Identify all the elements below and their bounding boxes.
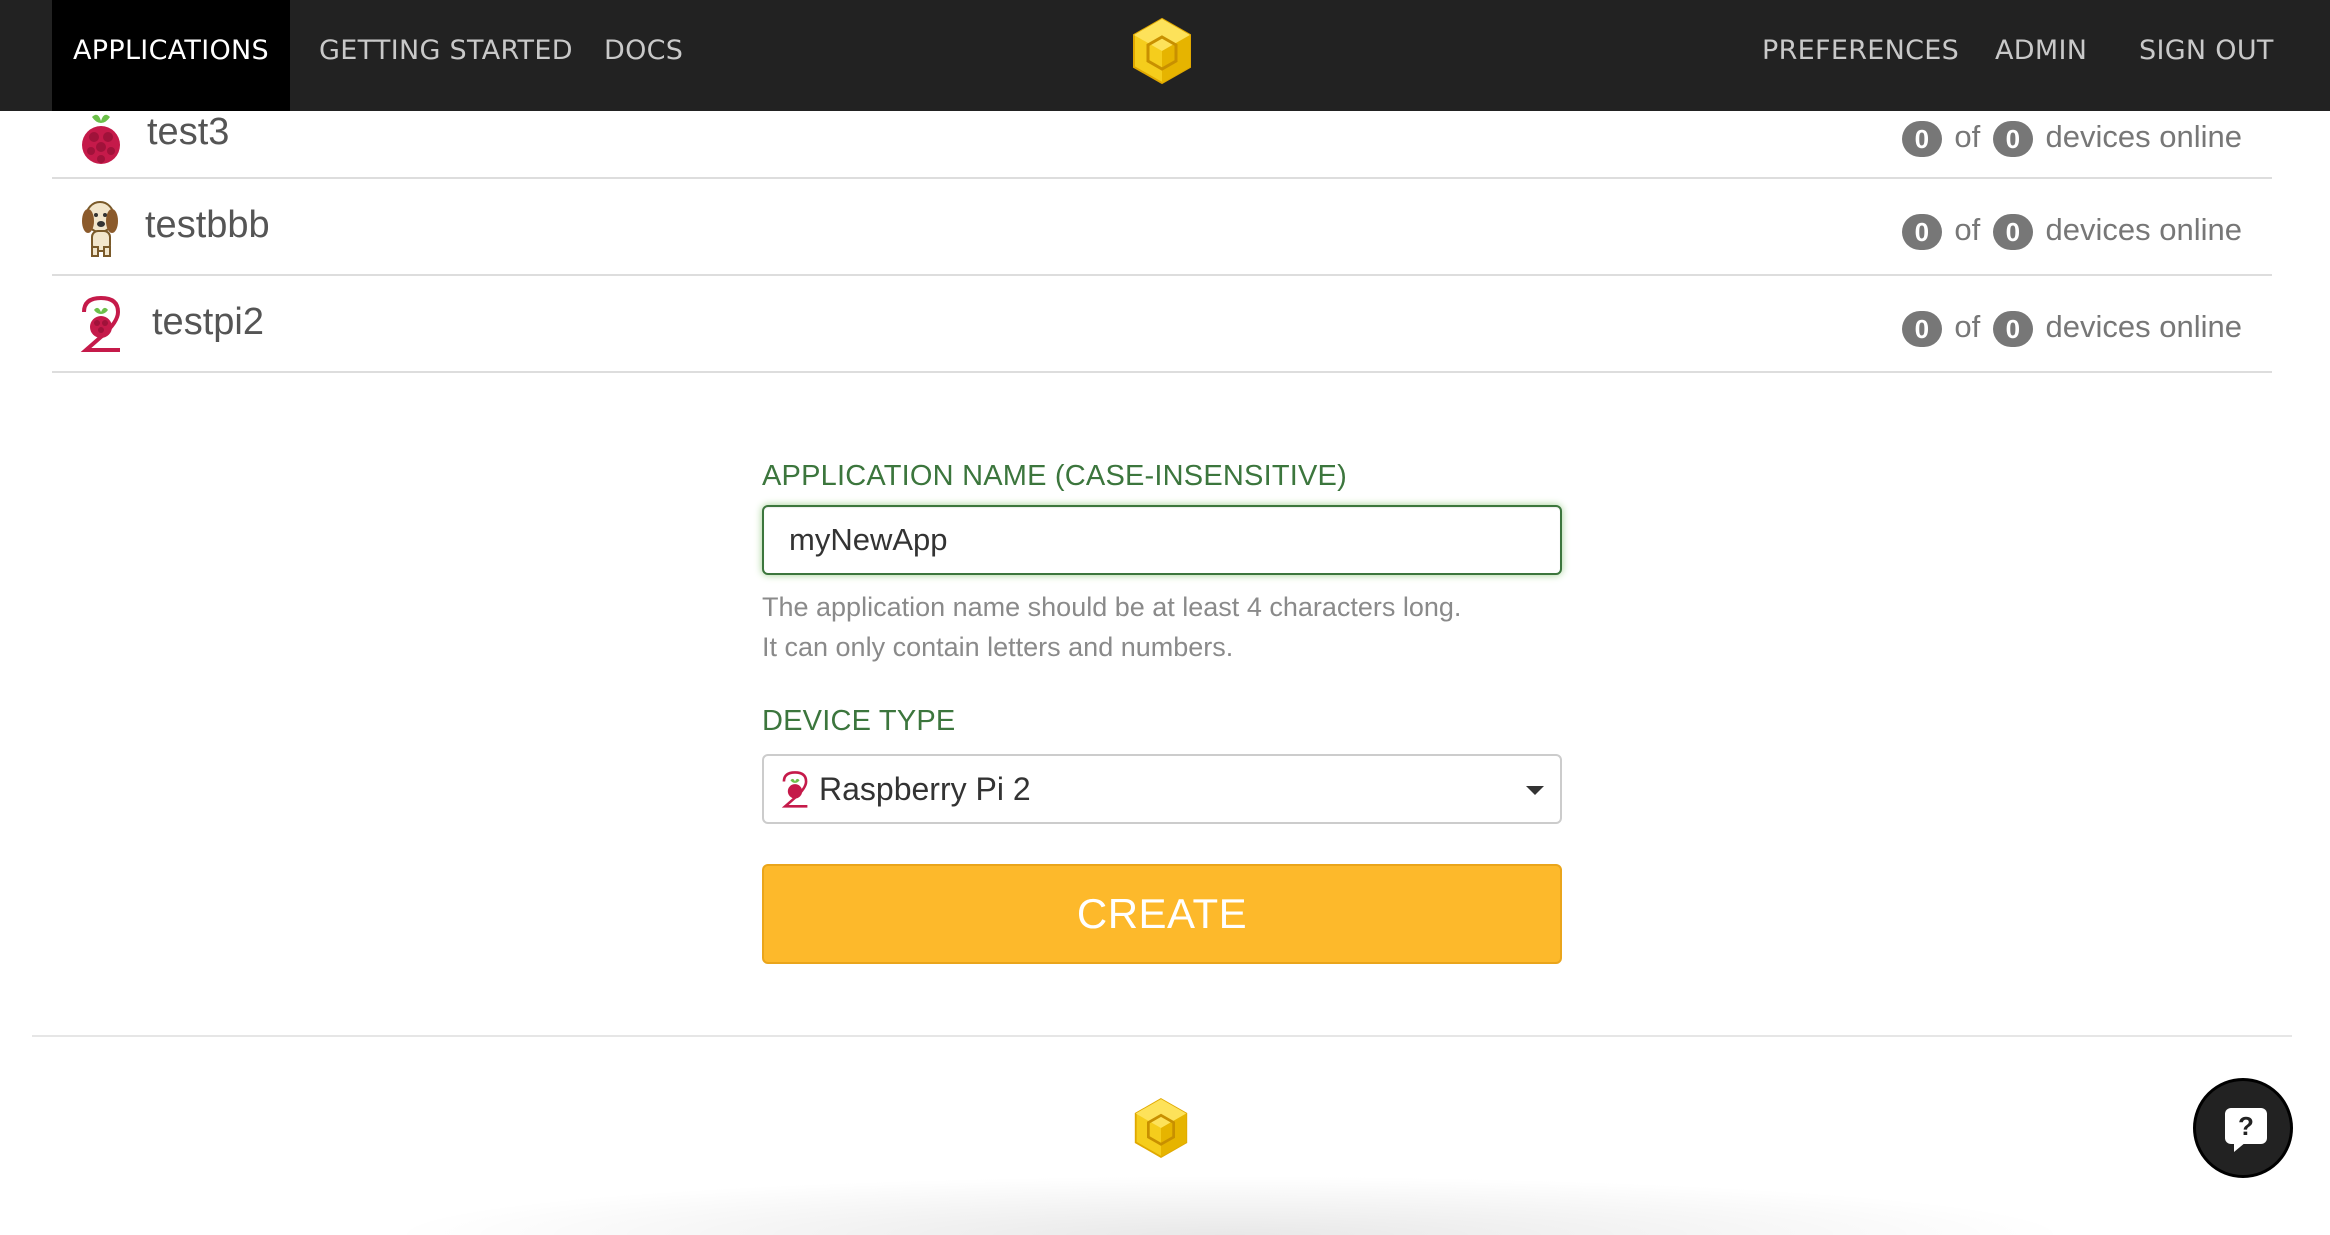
devices-online-status: 0 of 0 devices online	[1898, 309, 2242, 347]
footer-shadow	[380, 1175, 2080, 1235]
raspberry-pi-icon	[82, 114, 120, 164]
application-row[interactable]: test3 0 of 0 devices online	[52, 111, 2272, 179]
devices-online-status: 0 of 0 devices online	[1898, 119, 2242, 157]
nav-preferences[interactable]: PREFERENCES	[1762, 0, 1959, 111]
device-type-select[interactable]: Raspberry Pi 2	[762, 754, 1562, 824]
nav-applications[interactable]: APPLICATIONS	[52, 0, 290, 111]
devices-online-text: devices online	[2045, 212, 2242, 247]
footer-divider	[32, 1035, 2292, 1037]
total-count-badge: 0	[1992, 310, 2033, 347]
nav-getting-started[interactable]: GETTING STARTED	[319, 0, 573, 111]
devices-online-status: 0 of 0 devices online	[1898, 212, 2242, 250]
help-line-length: The application name should be at least …	[762, 592, 1462, 622]
raspberry-pi-2-icon	[781, 771, 808, 808]
of-text: of	[1954, 119, 1981, 154]
total-count-badge: 0	[1992, 213, 2033, 250]
application-name-label: APPLICATION NAME (CASE-INSENSITIVE)	[762, 460, 1347, 492]
application-row[interactable]: testbbb 0 of 0 devices online	[52, 179, 2272, 276]
device-type-value: Raspberry Pi 2	[819, 771, 1031, 807]
nav-sign-out[interactable]: SIGN OUT	[2139, 0, 2274, 111]
devices-online-text: devices online	[2045, 309, 2242, 344]
help-icon: ?	[2225, 1108, 2267, 1144]
application-row[interactable]: testpi2 0 of 0 devices online	[52, 276, 2272, 373]
nav-admin[interactable]: ADMIN	[1995, 0, 2087, 111]
beaglebone-dog-icon	[82, 201, 118, 257]
top-navbar: APPLICATIONS GETTING STARTED DOCS PREFER…	[0, 0, 2330, 111]
help-line-characters: It can only contain letters and numbers.	[762, 632, 1234, 662]
online-count-badge: 0	[1901, 120, 1942, 157]
online-count-badge: 0	[1901, 213, 1942, 250]
application-list: test3 0 of 0 devices online testbbb 0 of…	[52, 111, 2272, 373]
nav-docs[interactable]: DOCS	[604, 0, 683, 111]
application-name[interactable]: test3	[147, 111, 229, 154]
raspberry-pi-2-icon	[80, 296, 121, 352]
help-bubble-tail	[2234, 1142, 2246, 1152]
cube-logo-icon[interactable]	[1131, 17, 1193, 85]
application-name-input[interactable]	[762, 505, 1562, 575]
application-name[interactable]: testbbb	[145, 204, 270, 247]
application-name[interactable]: testpi2	[152, 301, 264, 344]
chevron-down-icon[interactable]	[1526, 786, 1544, 795]
devices-online-text: devices online	[2045, 119, 2242, 154]
cube-logo-icon	[1134, 1098, 1188, 1158]
new-application-form: APPLICATION NAME (CASE-INSENSITIVE) The …	[762, 460, 1562, 964]
total-count-badge: 0	[1992, 120, 2033, 157]
create-button[interactable]: CREATE	[762, 864, 1562, 964]
help-chat-button[interactable]: ?	[2193, 1078, 2293, 1178]
online-count-badge: 0	[1901, 310, 1942, 347]
device-type-label: DEVICE TYPE	[762, 705, 956, 737]
application-name-help: The application name should be at least …	[762, 587, 1562, 667]
of-text: of	[1954, 309, 1981, 344]
of-text: of	[1954, 212, 1981, 247]
